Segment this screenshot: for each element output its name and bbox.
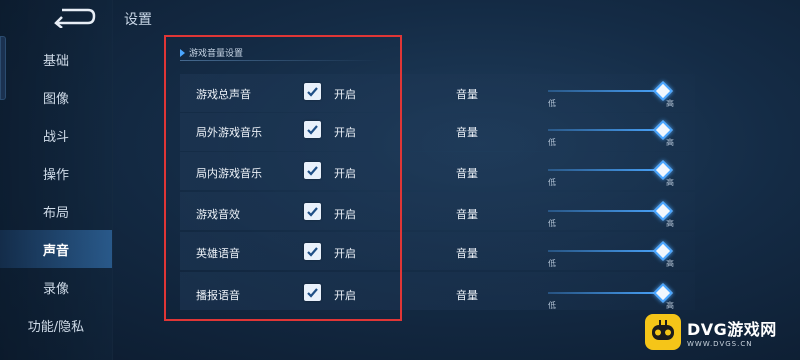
volume-label: 音量 [456, 289, 478, 302]
volume-label: 音量 [456, 208, 478, 221]
slider-min-label: 低 [548, 301, 556, 310]
volume-label: 音量 [456, 126, 478, 139]
slider-max-label: 高 [666, 259, 674, 268]
slider-max-label: 高 [666, 138, 674, 147]
slider-max-label: 高 [666, 178, 674, 187]
site-watermark: DVG游戏网 WWW.DVGS.CN [645, 310, 795, 354]
sidebar-item-graphics[interactable]: 图像 [0, 78, 112, 116]
sidebar-item-basic[interactable]: 基础 [0, 40, 112, 78]
slider-track [548, 292, 666, 294]
slider-min-label: 低 [548, 178, 556, 187]
sidebar-item-privacy[interactable]: 功能/隐私 [0, 306, 112, 344]
volume-label: 音量 [456, 247, 478, 260]
slider-min-label: 低 [548, 138, 556, 147]
volume-slider[interactable]: 低 高 [548, 240, 674, 270]
sidebar-item-layout[interactable]: 布局 [0, 192, 112, 230]
volume-label: 音量 [456, 88, 478, 101]
slider-min-label: 低 [548, 99, 556, 108]
volume-label: 音量 [456, 167, 478, 180]
page-title: 设置 [124, 12, 152, 28]
slider-track [548, 169, 666, 171]
volume-slider[interactable]: 低 高 [548, 80, 674, 110]
sidebar-item-controls[interactable]: 操作 [0, 154, 112, 192]
annotation-highlight-box [164, 35, 402, 321]
sidebar: 基础 图像 战斗 操作 布局 声音 录像 功能/隐私 [0, 0, 113, 360]
volume-slider[interactable]: 低 高 [548, 119, 674, 149]
slider-track [548, 129, 666, 131]
slider-track [548, 90, 666, 92]
volume-slider[interactable]: 低 高 [548, 159, 674, 189]
slider-max-label: 高 [666, 99, 674, 108]
gamepad-logo-icon [645, 314, 681, 350]
slider-track [548, 250, 666, 252]
slider-track [548, 210, 666, 212]
sidebar-item-sound[interactable]: 声音 [0, 230, 112, 268]
volume-slider[interactable]: 低 高 [548, 282, 674, 312]
slider-min-label: 低 [548, 259, 556, 268]
sidebar-item-combat[interactable]: 战斗 [0, 116, 112, 154]
slider-max-label: 高 [666, 219, 674, 228]
watermark-url: WWW.DVGS.CN [687, 340, 753, 348]
watermark-brand: DVG游戏网 [687, 320, 777, 339]
slider-min-label: 低 [548, 219, 556, 228]
sidebar-item-replay[interactable]: 录像 [0, 268, 112, 306]
back-arrow-icon [54, 8, 96, 29]
volume-slider[interactable]: 低 高 [548, 200, 674, 230]
back-button[interactable] [48, 6, 98, 29]
